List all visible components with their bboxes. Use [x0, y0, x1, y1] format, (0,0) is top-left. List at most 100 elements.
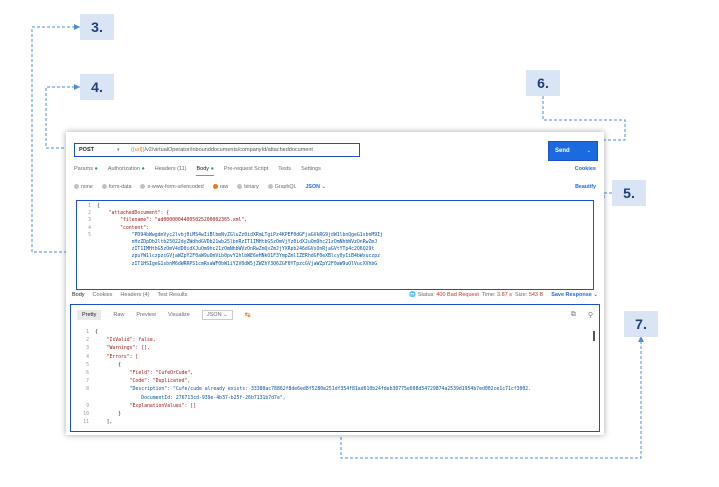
- chevron-down-icon[interactable]: ▾: [117, 147, 131, 153]
- tab-label: Body: [196, 166, 210, 172]
- beautify-link[interactable]: Beautify: [575, 184, 596, 190]
- line-number: 5: [88, 232, 91, 238]
- chevron-down-icon: ⌄: [223, 312, 228, 318]
- tab-tests[interactable]: Tests: [278, 166, 291, 176]
- code-line: DocumentId: 276713cd-939e-4b37-b25f-26b7…: [95, 395, 286, 401]
- callout-6: 6.: [526, 70, 560, 96]
- chevron-down-icon: ⌄: [321, 184, 326, 190]
- tab-body[interactable]: Body ●: [196, 166, 214, 176]
- line-number: 2: [86, 338, 89, 344]
- tab-visualize[interactable]: Visualize: [168, 312, 190, 318]
- code-line: "ExplanationValues": []: [95, 403, 197, 409]
- url-text[interactable]: {{url}}/v2/virtualOperator/inbounddocume…: [131, 147, 313, 153]
- scrollbar[interactable]: [593, 331, 595, 341]
- code-line: zIT1IMHtbG5zOmV4dD0idXJuOm9hc21zOmNhbWVz…: [97, 247, 375, 253]
- line-number: 3: [88, 218, 91, 224]
- copy-icon[interactable]: ⧉: [571, 311, 576, 319]
- chevron-down-icon[interactable]: ⌄: [587, 148, 591, 154]
- line-number: 3: [86, 346, 89, 352]
- code-line: nHzZDpDb2ltb25022dyZWdhdGVDb21wb25lbnRzI…: [97, 240, 378, 246]
- radio-icon: [267, 184, 273, 190]
- line-number: 1: [88, 204, 91, 209]
- url-path: /v2/virtualOperator/inbounddocuments/com…: [144, 147, 313, 153]
- chevron-down-icon: ⌄: [593, 292, 598, 298]
- line-numbers: 1 2 3 4 5 6 7 8 9 10 11: [77, 329, 89, 427]
- url-input[interactable]: POST ▾ {{url}}/v2/virtualOperator/inboun…: [74, 143, 360, 157]
- method-select[interactable]: POST: [75, 147, 117, 153]
- code-line: zpuYW1lczpzcGVjaWZpY2F0aW9uOmVib0pvY2hlb…: [97, 254, 381, 260]
- line-number: [77, 261, 91, 268]
- code-line: "Code": "Duplicated",: [95, 379, 191, 385]
- line-number: 4: [86, 354, 89, 360]
- status-dot-icon: ●: [210, 166, 214, 172]
- callout-7: 7.: [624, 311, 658, 337]
- tab-params[interactable]: Params ●: [74, 166, 98, 176]
- radio-form-data[interactable]: form-data: [101, 184, 132, 190]
- line-number: [77, 395, 89, 403]
- code-line: "Description": "Cufe/cude already exists…: [95, 387, 532, 393]
- tab-response-headers[interactable]: Headers (4): [120, 292, 149, 298]
- line-number: 10: [83, 412, 89, 418]
- tab-authorization[interactable]: Authorization ●: [108, 166, 145, 176]
- response-code: 1 2 3 4 5 6 7 8 9 10 11 { "IsValid": false, "Warn…: [77, 329, 591, 429]
- callout-5: 5.: [612, 180, 646, 206]
- callout-4: 4.: [80, 74, 114, 100]
- tab-response-cookies[interactable]: Cookies: [93, 292, 113, 298]
- search-icon[interactable]: ⚲: [588, 311, 593, 319]
- code-line: {: [95, 362, 121, 368]
- wrap-lines-icon[interactable]: ↹: [245, 311, 251, 319]
- format-label: JSON: [305, 184, 320, 190]
- line-number: 6: [86, 371, 89, 377]
- line-number: [77, 246, 91, 253]
- callout-3: 3.: [80, 14, 114, 40]
- radio-label: GraphQL: [274, 184, 297, 190]
- tab-settings[interactable]: Settings: [301, 166, 321, 176]
- radio-raw[interactable]: raw: [212, 184, 228, 190]
- tab-raw[interactable]: Raw: [113, 312, 124, 318]
- radio-graphql[interactable]: GraphQL: [267, 184, 297, 190]
- size-value: 543 B: [528, 292, 544, 298]
- radio-selected-icon: [212, 184, 218, 190]
- tab-test-results[interactable]: Test Results: [157, 292, 187, 298]
- send-button[interactable]: Send ⌄: [548, 141, 598, 161]
- radio-urlencoded[interactable]: x-www-form-urlencoded: [140, 184, 204, 190]
- size-label: Size:: [515, 292, 528, 298]
- line-numbers: 1 2345: [77, 203, 91, 268]
- tab-pre-request-script[interactable]: Pre-request Script: [224, 166, 268, 176]
- status-dot-icon: ●: [94, 166, 98, 172]
- radio-label: none: [81, 184, 93, 190]
- request-body-editor[interactable]: 1 2345 { "attachedDocument": { "filename"…: [76, 200, 594, 290]
- status-value: 400 Bad Request: [436, 292, 479, 298]
- response-format-select[interactable]: JSON ⌄: [201, 310, 233, 320]
- line-number: 7: [86, 379, 89, 385]
- tab-preview[interactable]: Preview: [136, 312, 156, 318]
- line-number: 5: [86, 362, 89, 368]
- radio-label: x-www-form-urlencoded: [147, 184, 204, 190]
- tab-pretty[interactable]: Pretty: [77, 310, 102, 320]
- body-type-options: none form-data x-www-form-urlencoded raw…: [74, 182, 596, 192]
- code-line: "Errors": [: [95, 354, 139, 360]
- line-number: 8: [86, 387, 89, 393]
- code-line: "PD94bWwgdmVyc2lvbj0iMS4wIiBlbmNvZGluZz0…: [97, 232, 383, 238]
- postman-request-panel: POST ▾ {{url}}/v2/virtualOperator/inboun…: [66, 132, 604, 435]
- code-line: "Field": "CufeOrCude",: [95, 371, 194, 377]
- tab-response-body[interactable]: Body: [72, 292, 85, 298]
- tab-label: Authorization: [107, 166, 140, 172]
- body-format-select[interactable]: JSON ⌄: [305, 184, 325, 190]
- save-response-button[interactable]: Save Response ⌄: [551, 292, 598, 298]
- radio-icon: [74, 184, 79, 190]
- radio-label: form-data: [108, 184, 132, 190]
- radio-binary[interactable]: binary: [237, 184, 259, 190]
- radio-none[interactable]: none: [74, 184, 93, 190]
- tab-headers[interactable]: Headers (11): [155, 166, 187, 176]
- status-dot-icon: ●: [141, 166, 145, 172]
- format-label: JSON: [206, 312, 222, 318]
- tab-label: Params: [74, 166, 93, 172]
- radio-icon: [140, 184, 146, 190]
- radio-icon: [101, 184, 107, 190]
- cookies-link[interactable]: Cookies: [575, 166, 596, 176]
- line-number: 1: [86, 330, 89, 335]
- code-line: }: [95, 412, 121, 418]
- code-line: "IsValid": false,: [95, 338, 156, 344]
- url-variable: {{url}}: [131, 147, 145, 153]
